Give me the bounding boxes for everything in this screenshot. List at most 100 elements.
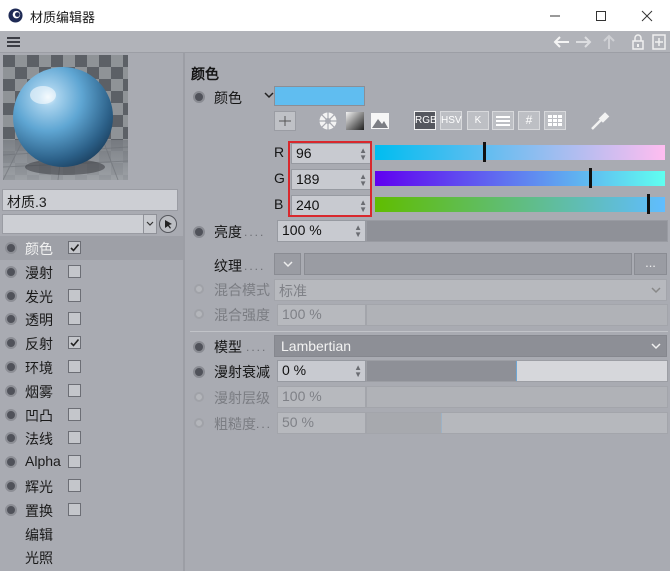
channel-item[interactable]: 辉光 [0, 474, 183, 498]
channel-item[interactable]: 环境 [0, 355, 183, 379]
rgb-mode-button[interactable]: RGB [414, 111, 437, 130]
model-animate-bullet[interactable] [193, 341, 205, 353]
channel-checkbox[interactable] [68, 360, 81, 373]
hsv-mode-button[interactable]: HSV [440, 111, 462, 130]
r-slider[interactable] [375, 145, 665, 160]
r-slider-thumb[interactable] [483, 142, 487, 162]
animate-bullet[interactable] [5, 242, 17, 254]
channel-item[interactable]: 置换 [0, 498, 183, 522]
channel-label: Alpha [25, 453, 61, 470]
channel-item[interactable]: 烟雾 [0, 379, 183, 403]
channel-item[interactable]: 发光 [0, 284, 183, 308]
swatch-grid-button[interactable] [544, 111, 566, 130]
expand-arrow-icon[interactable] [264, 92, 274, 99]
mixer-mode-button[interactable] [492, 111, 514, 130]
channel-item[interactable]: 透明 [0, 307, 183, 331]
diffuse-level-label: 漫射层级 [214, 390, 270, 406]
channel-label: 透明 [25, 312, 53, 329]
channel-checkbox[interactable] [68, 407, 81, 421]
channel-item[interactable]: Alpha [0, 450, 183, 474]
channel-checkbox[interactable] [68, 241, 81, 254]
texture-more-button[interactable]: ... [634, 253, 667, 275]
channel-item[interactable]: 法线 [0, 426, 183, 450]
channel-item[interactable]: 颜色 [0, 236, 183, 260]
image-picker-icon[interactable] [370, 111, 390, 131]
chevron-down-icon [146, 221, 154, 226]
channel-item[interactable]: 反射 [0, 331, 183, 355]
kelvin-mode-button[interactable]: K [467, 111, 489, 130]
b-slider[interactable] [375, 197, 665, 212]
animate-bullet[interactable] [5, 337, 17, 350]
lock-icon[interactable] [631, 33, 645, 51]
diffuse-falloff-slider[interactable] [366, 360, 668, 382]
g-slider[interactable] [375, 171, 665, 186]
maximize-icon [596, 10, 606, 21]
menu-icon[interactable] [6, 36, 22, 48]
channel-item[interactable]: 编辑 [0, 522, 183, 546]
minimize-button[interactable] [532, 0, 578, 31]
color-animate-bullet[interactable] [193, 91, 205, 103]
model-dropdown[interactable]: Lambertian [274, 335, 667, 357]
animate-bullet[interactable] [5, 503, 17, 516]
close-button[interactable] [624, 0, 670, 31]
channel-item[interactable]: 凹凸 [0, 403, 183, 427]
channel-checkbox[interactable] [68, 479, 81, 492]
blend-strength-slider [366, 304, 668, 326]
brightness-slider[interactable] [366, 220, 668, 242]
up-arrow-icon[interactable] [602, 33, 616, 51]
brightness-value-field[interactable]: 100 % ▲ ▼ [277, 220, 366, 242]
material-preview[interactable] [3, 55, 128, 180]
diffuse-falloff-bullet[interactable] [193, 366, 205, 378]
animate-bullet[interactable] [5, 456, 17, 469]
texture-slot[interactable] [304, 253, 632, 275]
brightness-animate-bullet[interactable] [193, 226, 205, 238]
hex-mode-button[interactable]: # [518, 111, 540, 130]
animate-bullet[interactable] [5, 289, 17, 302]
color-wheel-icon[interactable] [318, 111, 338, 131]
maximize-button[interactable] [578, 0, 624, 31]
color-swatch[interactable] [274, 86, 365, 106]
diffuse-falloff-field[interactable]: 0 % ▲ ▼ [277, 360, 366, 382]
channel-checkbox[interactable] [68, 288, 81, 302]
channel-checkbox[interactable] [68, 336, 81, 350]
diffuse-level-field: 100 % [277, 386, 366, 408]
channel-checkbox[interactable] [68, 455, 81, 469]
material-link-dropdown[interactable] [2, 214, 157, 234]
channel-checkbox[interactable] [68, 383, 81, 397]
texture-menu-button[interactable] [274, 253, 301, 275]
animate-bullet[interactable] [5, 265, 17, 278]
channel-item[interactable]: 漫射 [0, 260, 183, 284]
color-spectrum-button[interactable] [274, 111, 296, 131]
animate-bullet[interactable] [5, 480, 17, 492]
roughness-field: 50 % [277, 412, 366, 434]
b-slider-thumb[interactable] [646, 194, 650, 214]
roughness-slider [366, 412, 668, 434]
dropdown-arrow-button[interactable] [143, 214, 157, 234]
new-window-icon[interactable] [652, 34, 666, 50]
blend-strength-bullet [194, 309, 204, 319]
animate-bullet[interactable] [5, 432, 17, 445]
forward-arrow-icon[interactable] [574, 34, 592, 50]
eyedropper-icon[interactable] [589, 110, 611, 132]
back-arrow-icon[interactable] [553, 34, 571, 50]
checkmark-icon [70, 243, 80, 252]
spinner-arrows-icon[interactable]: ▲ ▼ [354, 224, 362, 239]
animate-bullet[interactable] [5, 313, 17, 326]
channel-checkbox[interactable] [68, 264, 81, 278]
g-slider-thumb[interactable] [588, 168, 592, 188]
pick-object-button[interactable] [159, 215, 177, 233]
animate-bullet[interactable] [5, 361, 17, 373]
material-name-field[interactable]: 材质.3 [2, 189, 178, 211]
channel-checkbox[interactable] [68, 312, 81, 326]
grid-icon [548, 115, 562, 126]
channel-item[interactable]: 光照 [0, 545, 183, 569]
panel-divider[interactable] [183, 53, 185, 571]
animate-bullet[interactable] [5, 408, 17, 421]
channel-checkbox[interactable] [68, 502, 81, 516]
animate-bullet[interactable] [5, 384, 17, 397]
channel-checkbox[interactable] [68, 431, 81, 445]
spinner-arrows-icon[interactable]: ▲ ▼ [354, 364, 362, 379]
channel-label: 光照 [25, 550, 53, 567]
gradient-square-icon[interactable] [345, 111, 365, 131]
model-label: 模型 [214, 339, 242, 355]
